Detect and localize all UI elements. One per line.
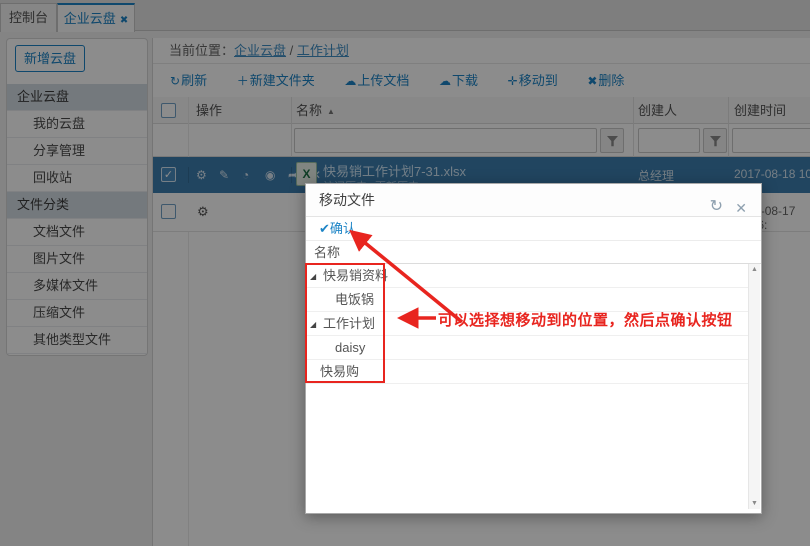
- scroll-up-icon[interactable]: ▲: [749, 266, 760, 273]
- dialog-title-bar[interactable]: 移动文件 ↻ ✕: [306, 184, 761, 217]
- check-icon: ✔: [319, 221, 330, 236]
- dialog-toolbar: ✔确认: [306, 217, 761, 241]
- tree-column-header: 名称: [306, 241, 761, 264]
- scroll-down-icon[interactable]: ▼: [749, 500, 760, 507]
- annotation-highlight-box: [305, 263, 385, 383]
- tree-scrollbar[interactable]: ▲ ▼: [748, 264, 760, 509]
- app-screen: 控制台 企业云盘✖ 新增云盘 企业云盘 我的云盘 分享管理 回收站 文件分类 文…: [0, 0, 810, 546]
- dialog-title: 移动文件: [319, 192, 375, 208]
- confirm-button[interactable]: ✔确认: [319, 221, 356, 236]
- annotation-text: 可以选择想移动到的位置，然后点确认按钮: [438, 309, 733, 330]
